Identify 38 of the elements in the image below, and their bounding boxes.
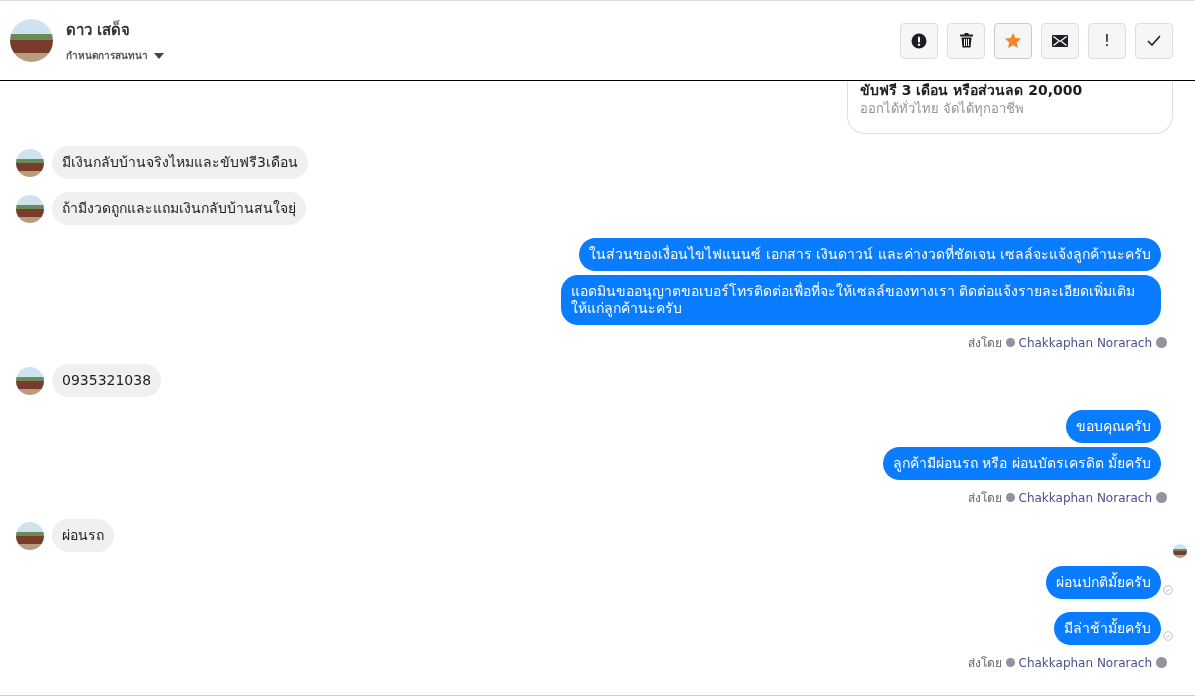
star-button[interactable] [994, 22, 1032, 59]
important-button[interactable]: ! [1088, 22, 1126, 59]
sender-link[interactable]: Chakkaphan Norarach [1018, 490, 1152, 505]
message-bubble: ถ้ามีงวดถูกและแถมเงินกลับบ้านสนใจยุ่ [52, 192, 306, 225]
card-title: ขับฟรี 3 เดือน หรือส่วนลด 20,000 [860, 81, 1084, 99]
star-icon [1005, 33, 1021, 48]
avatar [16, 148, 44, 177]
card-subtitle: ออกได้ทั่วไทย จัดได้ทุกอาชีพ [860, 99, 1026, 119]
message-bubble: ผ่อนรถ [52, 519, 114, 552]
contact-name: ดาว เสด็จ [66, 19, 131, 41]
caret-icon [154, 52, 164, 59]
avatar [10, 19, 53, 62]
done-button[interactable] [1135, 22, 1173, 59]
avatar [16, 194, 44, 223]
check-icon [1147, 35, 1161, 46]
sender-link[interactable]: Chakkaphan Norarach [1018, 655, 1152, 670]
conversation-menu[interactable]: กำหนดการสนทนา [66, 48, 164, 63]
message-bubble: 0935321038 [52, 364, 162, 397]
envelope-icon [1052, 34, 1068, 47]
message-bubble: มีเงินกลับบ้านจริงไหมและขับฟรี3เดือน [52, 146, 308, 179]
sender-link[interactable]: Chakkaphan Norarach [1018, 335, 1152, 350]
message-bubble: แอดมินขออนุญาตขอเบอร์โทรติดต่อเพื่อที่จะให้เซลล์ของทางเรา ติดต่อแจ้งรายละเอียดเพิ่มเติมให้แก่ลูกค้านะครับ [561, 275, 1161, 325]
mail-button[interactable] [1041, 22, 1079, 59]
avatar [16, 521, 44, 550]
message-bubble: ผ่อนปกติมั้ยครับ [1046, 566, 1161, 599]
alert-icon [911, 32, 927, 49]
report-button[interactable] [900, 22, 938, 59]
sent-by-label: ส่งโดย [967, 655, 1002, 672]
avatar [16, 366, 44, 395]
message-bubble: ขอบคุณครับ [1066, 410, 1161, 443]
sent-by-label: ส่งโดย [967, 335, 1002, 352]
trash-icon [959, 33, 973, 48]
delete-button[interactable] [947, 22, 985, 59]
seen-avatar [1173, 544, 1187, 558]
message-bubble: ในส่วนของเงื่อนไขไฟแนนซ์ เอกสาร เงินดาวน์ และค่างวดที่ชัดเจน เซลล์จะแจ้งลูกค้านะครับ [579, 238, 1161, 271]
sent-by-label: ส่งโดย [967, 490, 1002, 507]
message-bubble: ลูกค้ามีผ่อนรถ หรือ ผ่อนบัตรเครดิต มั้ยครับ [882, 447, 1161, 480]
message-bubble: มีล่าช้ามั้ยครับ [1054, 612, 1161, 645]
